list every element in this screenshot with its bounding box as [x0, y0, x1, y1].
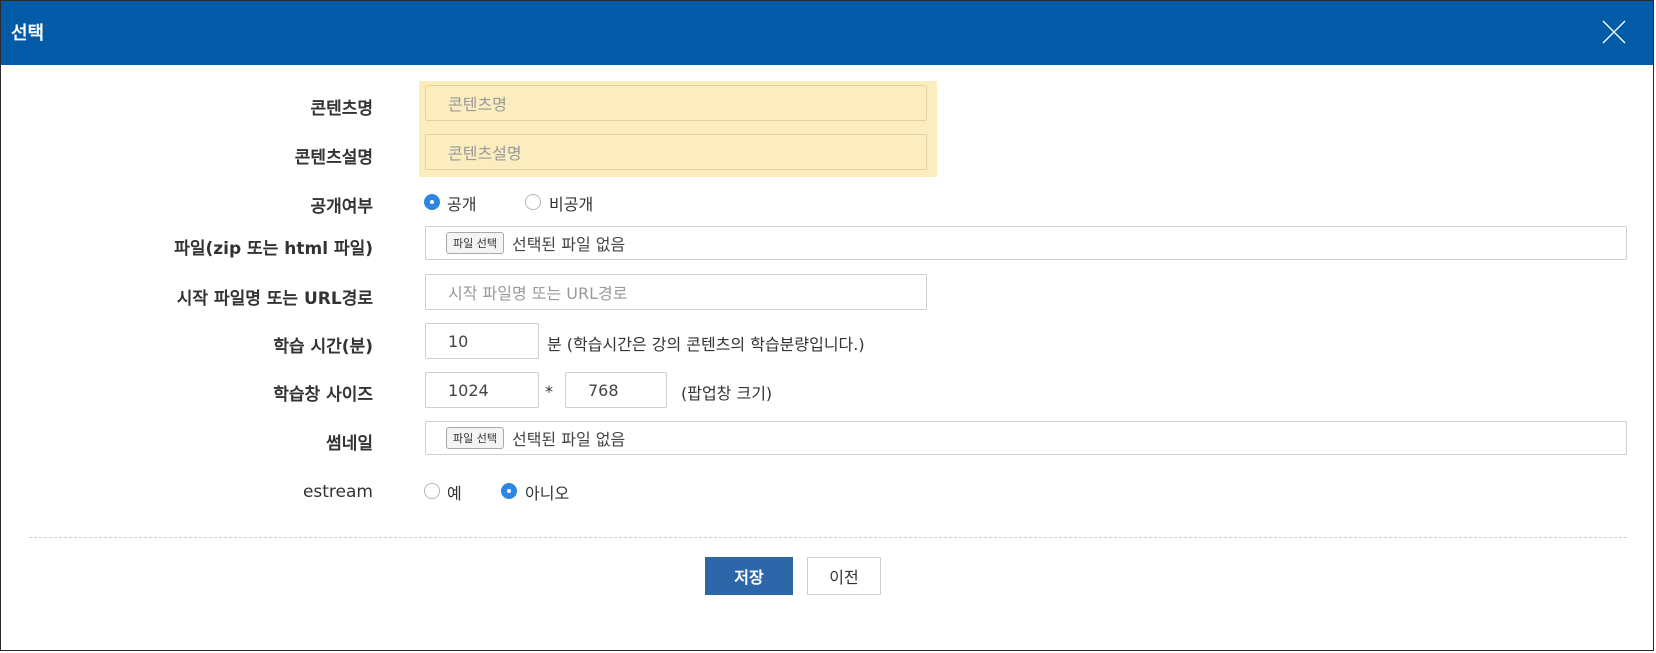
- estream-yes-radio[interactable]: [424, 483, 440, 499]
- file-input[interactable]: 파일 선택 선택된 파일 없음: [425, 226, 1627, 260]
- thumbnail-label: 썸네일: [326, 434, 373, 454]
- dialog-titlebar: 선택: [1, 1, 1653, 65]
- prev-button[interactable]: 이전: [807, 557, 881, 595]
- estream-no-radio[interactable]: [501, 483, 517, 499]
- content-name-label: 콘텐츠명: [310, 99, 373, 119]
- file-label: 파일(zip 또는 html 파일): [174, 239, 373, 259]
- estream-yes-label: 예: [447, 484, 462, 503]
- visibility-public-label: 공개: [447, 195, 477, 214]
- study-time-note: 분 (학습시간은 강의 콘텐츠의 학습분량입니다.): [547, 335, 865, 354]
- estream-label: estream: [302, 482, 373, 502]
- start-file-placeholder: 시작 파일명 또는 URL경로: [448, 284, 628, 303]
- content-desc-input[interactable]: 콘텐츠설명: [425, 134, 927, 170]
- file-choose-button[interactable]: 파일 선택: [446, 232, 504, 254]
- window-size-separator: *: [545, 382, 553, 401]
- thumbnail-input[interactable]: 파일 선택 선택된 파일 없음: [425, 421, 1627, 455]
- window-width-input[interactable]: 1024: [425, 372, 539, 408]
- thumbnail-status: 선택된 파일 없음: [511, 430, 626, 449]
- estream-no-label: 아니오: [525, 484, 570, 503]
- close-icon[interactable]: [1601, 19, 1627, 45]
- content-name-input[interactable]: 콘텐츠명: [425, 85, 927, 121]
- file-status: 선택된 파일 없음: [511, 235, 626, 254]
- dialog-window: 선택 콘텐츠명 콘텐츠명 콘텐츠설명 콘텐츠설명 공개여부 공개 비공개 파일(…: [0, 0, 1654, 651]
- start-file-input[interactable]: 시작 파일명 또는 URL경로: [425, 274, 927, 310]
- window-size-note: (팝업창 크기): [681, 384, 773, 403]
- study-time-value: 10: [448, 331, 469, 351]
- visibility-private-label: 비공개: [549, 195, 594, 214]
- content-name-placeholder: 콘텐츠명: [448, 95, 507, 114]
- study-time-input[interactable]: 10: [425, 323, 539, 359]
- window-height-value: 768: [588, 380, 619, 400]
- visibility-label: 공개여부: [310, 197, 373, 217]
- thumbnail-choose-button[interactable]: 파일 선택: [446, 427, 504, 449]
- visibility-public-radio[interactable]: [424, 194, 440, 210]
- visibility-private-radio[interactable]: [525, 194, 541, 210]
- window-size-label: 학습창 사이즈: [273, 385, 373, 405]
- dialog-title: 선택: [11, 23, 45, 44]
- content-desc-placeholder: 콘텐츠설명: [448, 144, 522, 163]
- footer-divider: [29, 537, 1627, 538]
- study-time-label: 학습 시간(분): [273, 337, 373, 357]
- start-file-label: 시작 파일명 또는 URL경로: [176, 289, 373, 309]
- window-height-input[interactable]: 768: [565, 372, 667, 408]
- content-desc-label: 콘텐츠설명: [294, 148, 373, 168]
- window-width-value: 1024: [448, 380, 489, 400]
- save-button[interactable]: 저장: [705, 557, 793, 595]
